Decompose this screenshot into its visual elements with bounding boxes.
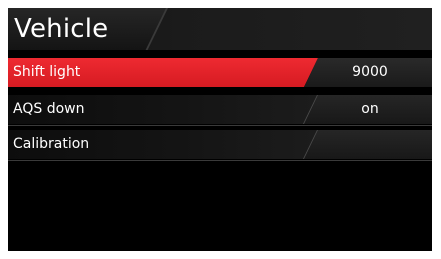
menu-item-calibration[interactable]: Calibration [8, 130, 432, 159]
menu-item-label: AQS down [13, 101, 85, 117]
row-divider [8, 160, 432, 161]
menu-item-value [308, 130, 432, 159]
menu-item-aqs-down[interactable]: AQS down on [8, 95, 432, 124]
row-divider [8, 125, 432, 126]
display-frame: Vehicle Shift light 9000 AQS down on Cal… [0, 0, 441, 259]
header-bar: Vehicle [8, 8, 432, 50]
menu-item-value: on [361, 101, 379, 117]
vehicle-menu-screen: Vehicle Shift light 9000 AQS down on Cal… [8, 8, 432, 251]
page-title: Vehicle [14, 14, 109, 44]
menu-item-label: Calibration [13, 136, 90, 152]
menu-item-shift-light[interactable]: Shift light 9000 [8, 58, 432, 87]
menu-item-value: 9000 [352, 64, 388, 80]
menu-item-label: Shift light [13, 64, 81, 80]
